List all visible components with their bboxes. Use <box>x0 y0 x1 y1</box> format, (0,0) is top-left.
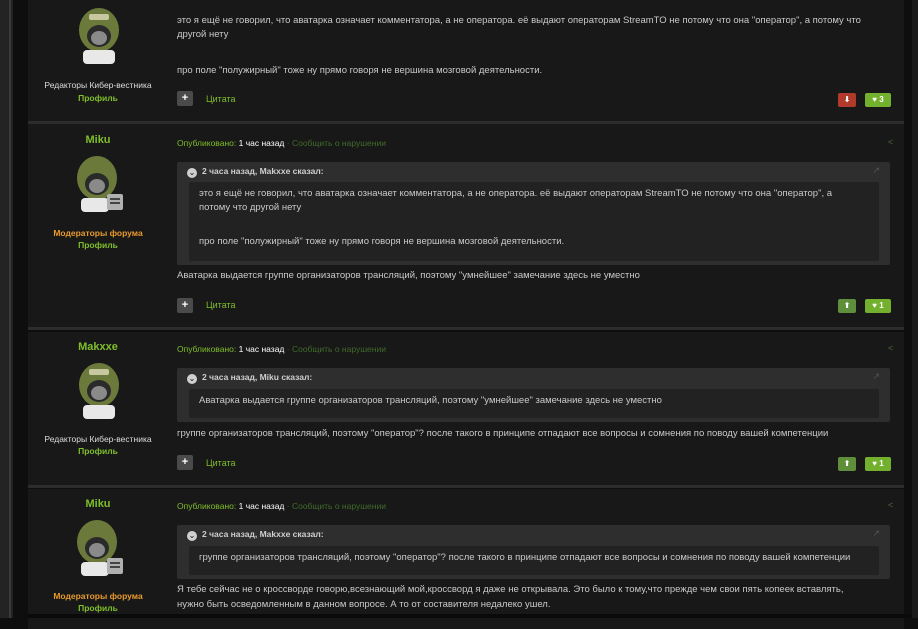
profile-link[interactable]: Профиль <box>28 446 168 456</box>
collapse-icon[interactable]: ⌄ <box>187 531 197 541</box>
reputation-button[interactable]: ♥ 3 <box>865 93 891 107</box>
author-group: Редакторы Кибер-вестника <box>44 434 152 444</box>
multiquote-button[interactable]: + <box>177 455 193 470</box>
downvote-button[interactable]: ⬇ <box>838 93 856 107</box>
heart-icon: ♥ <box>872 95 878 104</box>
post-separator <box>28 327 904 330</box>
author-group: Модераторы форума <box>53 591 143 601</box>
heart-icon: ♥ <box>872 301 878 310</box>
post-meta: Опубликовано: 1 час назад · Сообщить о н… <box>177 138 386 148</box>
reputation-count: 1 <box>879 301 884 310</box>
author-name[interactable]: Makxxe <box>28 341 168 353</box>
quote-line: про поле "полужирный" тоже ну прямо гово… <box>199 236 565 247</box>
multiquote-button[interactable]: + <box>177 298 193 313</box>
post-text-line: другой нету <box>177 29 229 40</box>
author-group: Редакторы Кибер-вестника <box>44 80 152 90</box>
post-1: Редакторы Кибер-вестника Профиль это я е… <box>28 0 904 123</box>
quote-header: ⌄ 2 часа назад, Makxxe сказал: <box>187 529 324 541</box>
arrow-down-icon: ⬇ <box>843 95 851 104</box>
author-name[interactable]: Miku <box>28 498 168 510</box>
share-icon[interactable]: < <box>888 343 893 353</box>
post-text-line: Аватарка выдается группе организаторов т… <box>177 270 640 281</box>
reputation-button[interactable]: ♥ 1 <box>865 457 891 471</box>
reputation-count: 3 <box>879 95 884 104</box>
quote-line: это я ещё не говорил, что аватарка означ… <box>199 188 833 199</box>
quote-body: Аватарка выдается группе организаторов т… <box>189 389 879 418</box>
reputation-count: 1 <box>879 459 884 468</box>
quote-header: ⌄ 2 часа назад, Miku сказал: <box>187 372 312 384</box>
post-meta: Опубликовано: 1 час назад · Сообщить о н… <box>177 344 386 354</box>
reputation-button[interactable]: ♥ 1 <box>865 299 891 313</box>
post-text-line: это я ещё не говорил, что аватарка означ… <box>177 15 861 26</box>
heart-icon: ♥ <box>872 459 878 468</box>
report-link[interactable]: · Сообщить о нарушении <box>287 344 386 354</box>
quote-link-icon[interactable]: ↗ <box>872 371 880 382</box>
author-name[interactable]: Miku <box>28 134 168 146</box>
post-meta: Опубликовано: 1 час назад · Сообщить о н… <box>177 501 386 511</box>
profile-link[interactable]: Профиль <box>28 93 168 103</box>
published-time[interactable]: 1 час назад <box>239 501 285 511</box>
collapse-icon[interactable]: ⌄ <box>187 374 197 384</box>
quote-link-icon[interactable]: ↗ <box>872 528 880 539</box>
quote-author: 2 часа назад, Makxxe сказал: <box>202 166 324 176</box>
share-icon[interactable]: < <box>888 137 893 147</box>
post-text-line: группе организаторов трансляций, поэтому… <box>177 428 829 439</box>
post-2: Miku Модераторы форума Профиль Опубликов… <box>28 124 904 327</box>
quote-block: ⌄ 2 часа назад, Makxxe сказал: ↗ группе о… <box>177 525 890 579</box>
quote-block: ⌄ 2 часа назад, Makxxe сказал: ↗ это я ещ… <box>177 162 890 265</box>
cite-link[interactable]: Цитата <box>206 300 236 310</box>
right-border <box>912 0 918 618</box>
author-group: Модераторы форума <box>53 228 143 238</box>
published-label: Опубликовано: <box>177 501 237 511</box>
share-icon[interactable]: < <box>888 500 893 510</box>
post-3: Makxxe Редакторы Кибер-вестника Профиль … <box>28 332 904 485</box>
upvote-button[interactable]: ⬆ <box>838 457 856 471</box>
post-4: Miku Модераторы форума Профиль Опубликов… <box>28 489 904 629</box>
cite-link[interactable]: Цитата <box>206 94 236 104</box>
published-time[interactable]: 1 час назад <box>239 138 285 148</box>
quote-header: ⌄ 2 часа назад, Makxxe сказал: <box>187 166 324 178</box>
published-label: Опубликовано: <box>177 344 237 354</box>
multiquote-button[interactable]: + <box>177 91 193 106</box>
quote-author: 2 часа назад, Makxxe сказал: <box>202 529 324 539</box>
collapse-icon[interactable]: ⌄ <box>187 168 197 178</box>
quote-block: ⌄ 2 часа назад, Miku сказал: ↗ Аватарка в… <box>177 368 890 422</box>
post-text-line: нужно быть осведомленным в данном вопрос… <box>177 599 551 610</box>
cite-link[interactable]: Цитата <box>206 458 236 468</box>
profile-link[interactable]: Профиль <box>28 240 168 250</box>
post-text-line: Я тебе сейчас не о кроссворде говорю,все… <box>177 584 844 595</box>
published-time[interactable]: 1 час назад <box>239 344 285 354</box>
quote-author: 2 часа назад, Miku сказал: <box>202 372 313 382</box>
report-link[interactable]: · Сообщить о нарушении <box>287 138 386 148</box>
avatar <box>77 156 123 212</box>
left-border <box>0 0 13 618</box>
quote-body: это я ещё не говорил, что аватарка означ… <box>189 182 879 261</box>
avatar <box>77 520 123 576</box>
post-text-line: про поле "полужирный" тоже ну прямо гово… <box>177 65 543 76</box>
quote-line: Аватарка выдается группе организаторов т… <box>199 395 662 406</box>
published-label: Опубликовано: <box>177 138 237 148</box>
profile-link[interactable]: Профиль <box>28 603 168 613</box>
report-link[interactable]: · Сообщить о нарушении <box>287 501 386 511</box>
arrow-up-icon: ⬆ <box>843 301 851 310</box>
arrow-up-icon: ⬆ <box>843 459 851 468</box>
avatar <box>79 363 119 419</box>
quote-line: группе организаторов трансляций, поэтому… <box>199 552 851 563</box>
quote-link-icon[interactable]: ↗ <box>872 165 880 176</box>
post-separator <box>28 485 904 488</box>
avatar <box>79 8 119 64</box>
quote-line: потому что другой нету <box>199 202 302 213</box>
quote-body: группе организаторов трансляций, поэтому… <box>189 546 879 575</box>
upvote-button[interactable]: ⬆ <box>838 299 856 313</box>
bottom-edge <box>28 614 912 618</box>
